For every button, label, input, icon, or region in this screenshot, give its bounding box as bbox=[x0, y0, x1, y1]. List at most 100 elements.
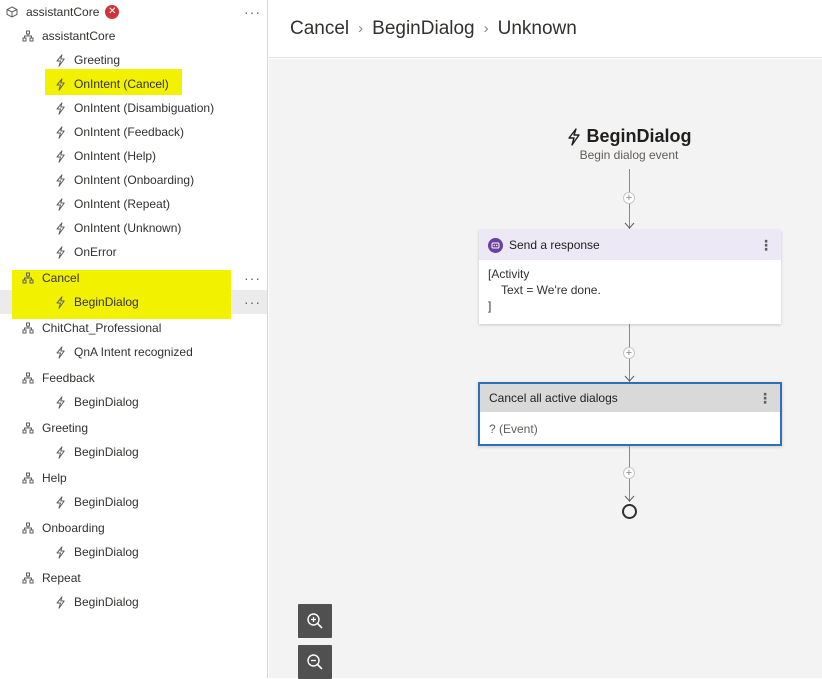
more-vertical-icon[interactable]: ⋮ bbox=[758, 391, 772, 405]
cube-icon bbox=[5, 5, 19, 19]
tree-dialog-greeting[interactable]: Greeting bbox=[0, 416, 267, 440]
tree-item-label: ChitChat_Professional bbox=[42, 321, 162, 335]
tree-trigger-onintent-repeat[interactable]: OnIntent (Repeat) bbox=[0, 192, 267, 216]
tree-dialog-repeat[interactable]: Repeat bbox=[0, 566, 267, 590]
breadcrumb-item-begindialog[interactable]: BeginDialog bbox=[372, 18, 474, 40]
lightning-icon bbox=[53, 221, 67, 235]
tree-dialog-help[interactable]: Help bbox=[0, 466, 267, 490]
flow-canvas: BeginDialog Begin dialog event + Send a … bbox=[269, 59, 822, 679]
tree-item-label: Feedback bbox=[42, 371, 95, 385]
tree-item-label: BeginDialog bbox=[74, 395, 139, 409]
add-node-button[interactable]: + bbox=[623, 467, 635, 479]
lightning-icon bbox=[53, 495, 67, 509]
trigger-title: BeginDialog bbox=[586, 126, 692, 146]
bot-message-icon bbox=[488, 237, 503, 253]
cancel-all-dialogs-body: ? (Event) bbox=[480, 412, 780, 445]
tree-trigger-begindialog[interactable]: BeginDialog bbox=[0, 390, 267, 414]
zoom-in-button[interactable] bbox=[298, 604, 332, 638]
tree-item-label: BeginDialog bbox=[74, 545, 139, 559]
dialog-icon bbox=[21, 421, 35, 435]
tree-item-label: Greeting bbox=[42, 421, 89, 435]
dialog-icon bbox=[21, 471, 35, 485]
activity-line-close: ] bbox=[488, 299, 492, 313]
dialog-icon bbox=[21, 29, 35, 43]
activity-line-text: Text = We're done. bbox=[501, 283, 601, 297]
lightning-icon bbox=[53, 295, 67, 309]
lightning-icon bbox=[53, 545, 67, 559]
breadcrumb-item-unknown[interactable]: Unknown bbox=[498, 18, 577, 40]
tree-item-label: assistantCore bbox=[42, 29, 116, 43]
tree-item-label: OnIntent (Onboarding) bbox=[74, 173, 195, 187]
more-icon[interactable]: ··· bbox=[244, 295, 261, 309]
add-node-button[interactable]: + bbox=[623, 347, 635, 359]
add-node-button[interactable]: + bbox=[623, 192, 635, 204]
lightning-icon bbox=[53, 149, 67, 163]
tree-trigger-begindialog[interactable]: BeginDialog bbox=[0, 490, 267, 514]
tree-trigger-begindialog[interactable]: BeginDialog bbox=[0, 540, 267, 564]
lightning-icon bbox=[53, 445, 67, 459]
tree-item-label: OnIntent (Repeat) bbox=[74, 197, 171, 211]
lightning-icon bbox=[566, 127, 582, 146]
tree-trigger-onerror[interactable]: OnError bbox=[0, 240, 267, 264]
chevron-right-icon: › bbox=[358, 20, 364, 37]
tree-root-label: assistantCore bbox=[26, 5, 100, 19]
dialog-icon bbox=[21, 521, 35, 535]
tree-item-label: OnIntent (Disambiguation) bbox=[74, 101, 215, 115]
send-response-title: Send a response bbox=[509, 238, 600, 252]
tree-item-label: OnIntent (Help) bbox=[74, 149, 157, 163]
lightning-icon bbox=[53, 77, 67, 91]
more-vertical-icon[interactable]: ⋮ bbox=[759, 238, 773, 252]
tree-trigger-onintent-help[interactable]: OnIntent (Help) bbox=[0, 144, 267, 168]
chevron-right-icon: › bbox=[483, 20, 489, 37]
tree-trigger-onintent-disambiguation[interactable]: OnIntent (Disambiguation) bbox=[0, 96, 267, 120]
tree-trigger-qna-intent-recognized[interactable]: QnA Intent recognized bbox=[0, 340, 267, 364]
tree-item-label: Onboarding bbox=[42, 521, 105, 535]
close-icon[interactable]: ✕ bbox=[105, 5, 120, 19]
tree-item-label: OnError bbox=[74, 245, 117, 259]
tree-dialog-cancel[interactable]: Cancel ··· bbox=[0, 266, 267, 290]
dialog-icon bbox=[21, 371, 35, 385]
tree-root-assistantcore[interactable]: assistantCore ✕ ··· bbox=[0, 0, 267, 24]
tree-trigger-begindialog[interactable]: BeginDialog ··· bbox=[0, 290, 267, 314]
tree-trigger-onintent-feedback[interactable]: OnIntent (Feedback) bbox=[0, 120, 267, 144]
zoom-out-icon bbox=[307, 654, 323, 670]
tree-dialog-assistantcore[interactable]: assistantCore bbox=[0, 24, 267, 48]
tree-dialog-chitchat-professional[interactable]: ChitChat_Professional bbox=[0, 316, 267, 340]
tree-item-label: Greeting bbox=[74, 53, 121, 67]
cancel-all-dialogs-header: Cancel all active dialogs ⋮ bbox=[480, 384, 780, 412]
tree-trigger-onintent-cancel[interactable]: OnIntent (Cancel) bbox=[0, 72, 267, 96]
lightning-icon bbox=[53, 245, 67, 259]
activity-line-open: [Activity bbox=[488, 267, 530, 281]
tree-trigger-begindialog[interactable]: BeginDialog bbox=[0, 440, 267, 464]
lightning-icon bbox=[53, 395, 67, 409]
zoom-out-button[interactable] bbox=[298, 645, 332, 679]
breadcrumb: Cancel › BeginDialog › Unknown bbox=[269, 0, 822, 58]
arrow-down-icon bbox=[624, 495, 635, 502]
lightning-icon bbox=[53, 345, 67, 359]
tree-item-label: Repeat bbox=[42, 571, 81, 585]
more-icon[interactable]: ··· bbox=[244, 271, 261, 285]
tree-trigger-onintent-onboarding[interactable]: OnIntent (Onboarding) bbox=[0, 168, 267, 192]
tree-dialog-onboarding[interactable]: Onboarding bbox=[0, 516, 267, 540]
event-property: ? (Event) bbox=[489, 422, 538, 436]
tree-item-label: BeginDialog bbox=[74, 295, 139, 309]
tree-item-label: BeginDialog bbox=[74, 445, 139, 459]
arrow-down-icon bbox=[624, 222, 635, 229]
lightning-icon bbox=[53, 197, 67, 211]
lightning-icon bbox=[53, 125, 67, 139]
tree-trigger-onintent-unknown[interactable]: OnIntent (Unknown) bbox=[0, 216, 267, 240]
send-response-card[interactable]: Send a response ⋮ [Activity Text = We're… bbox=[479, 230, 781, 324]
trigger-node[interactable]: BeginDialog Begin dialog event bbox=[529, 126, 729, 162]
more-icon[interactable]: ··· bbox=[244, 5, 261, 19]
project-tree-sidebar: assistantCore ✕ ··· assistantCore Greetin… bbox=[0, 0, 268, 678]
cancel-all-dialogs-card[interactable]: Cancel all active dialogs ⋮ ? (Event) bbox=[478, 382, 782, 446]
tree-dialog-feedback[interactable]: Feedback bbox=[0, 366, 267, 390]
tree-item-label: OnIntent (Cancel) bbox=[74, 77, 169, 91]
tree-item-label: BeginDialog bbox=[74, 595, 139, 609]
dialog-icon bbox=[21, 321, 35, 335]
dialog-icon bbox=[21, 571, 35, 585]
send-response-header: Send a response ⋮ bbox=[479, 230, 781, 260]
breadcrumb-item-cancel[interactable]: Cancel bbox=[290, 18, 349, 40]
tree-trigger-begindialog[interactable]: BeginDialog bbox=[0, 590, 267, 614]
tree-trigger-greeting[interactable]: Greeting bbox=[0, 48, 267, 72]
